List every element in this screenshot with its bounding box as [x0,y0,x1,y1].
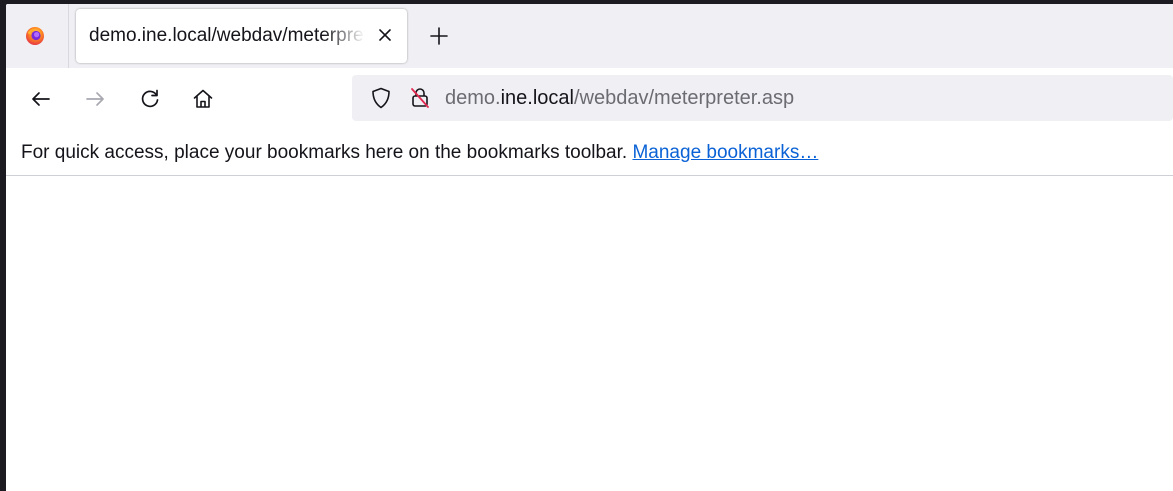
tab-strip: demo.ine.local/webdav/meterpreter.asp [6,4,1173,68]
insecure-lock-icon[interactable] [407,85,433,111]
close-icon[interactable] [372,22,398,48]
url-path: /webdav/meterpreter.asp [573,87,795,109]
forward-arrow-icon[interactable] [82,86,108,112]
bookmarks-toolbar: For quick access, place your bookmarks h… [6,127,1173,176]
reload-icon[interactable] [137,86,163,112]
firefox-icon [26,27,44,45]
plus-icon[interactable] [427,24,451,48]
manage-bookmarks-link[interactable]: Manage bookmarks… [632,142,818,163]
url-domain: ine.local [500,87,574,109]
browser-window: demo.ine.local/webdav/meterpreter.asp [6,4,1173,491]
navigation-toolbar: demo.ine.local/webdav/meterpreter.asp [6,68,1173,127]
back-arrow-icon[interactable] [28,86,54,112]
tab-title: demo.ine.local/webdav/meterpreter.asp [89,25,365,46]
tab-active[interactable]: demo.ine.local/webdav/meterpreter.asp [76,9,407,63]
bookmarks-message-row: For quick access, place your bookmarks h… [21,142,818,164]
screen-frame: demo.ine.local/webdav/meterpreter.asp [0,0,1173,491]
firefox-view-button[interactable] [6,4,69,68]
url-subdomain: demo. [445,87,501,109]
address-bar[interactable]: demo.ine.local/webdav/meterpreter.asp [352,75,1173,121]
home-icon[interactable] [190,86,216,112]
bookmarks-message: For quick access, place your bookmarks h… [21,142,628,163]
page-content [6,176,1173,491]
url-text[interactable]: demo.ine.local/webdav/meterpreter.asp [445,87,794,110]
shield-icon[interactable] [368,85,394,111]
